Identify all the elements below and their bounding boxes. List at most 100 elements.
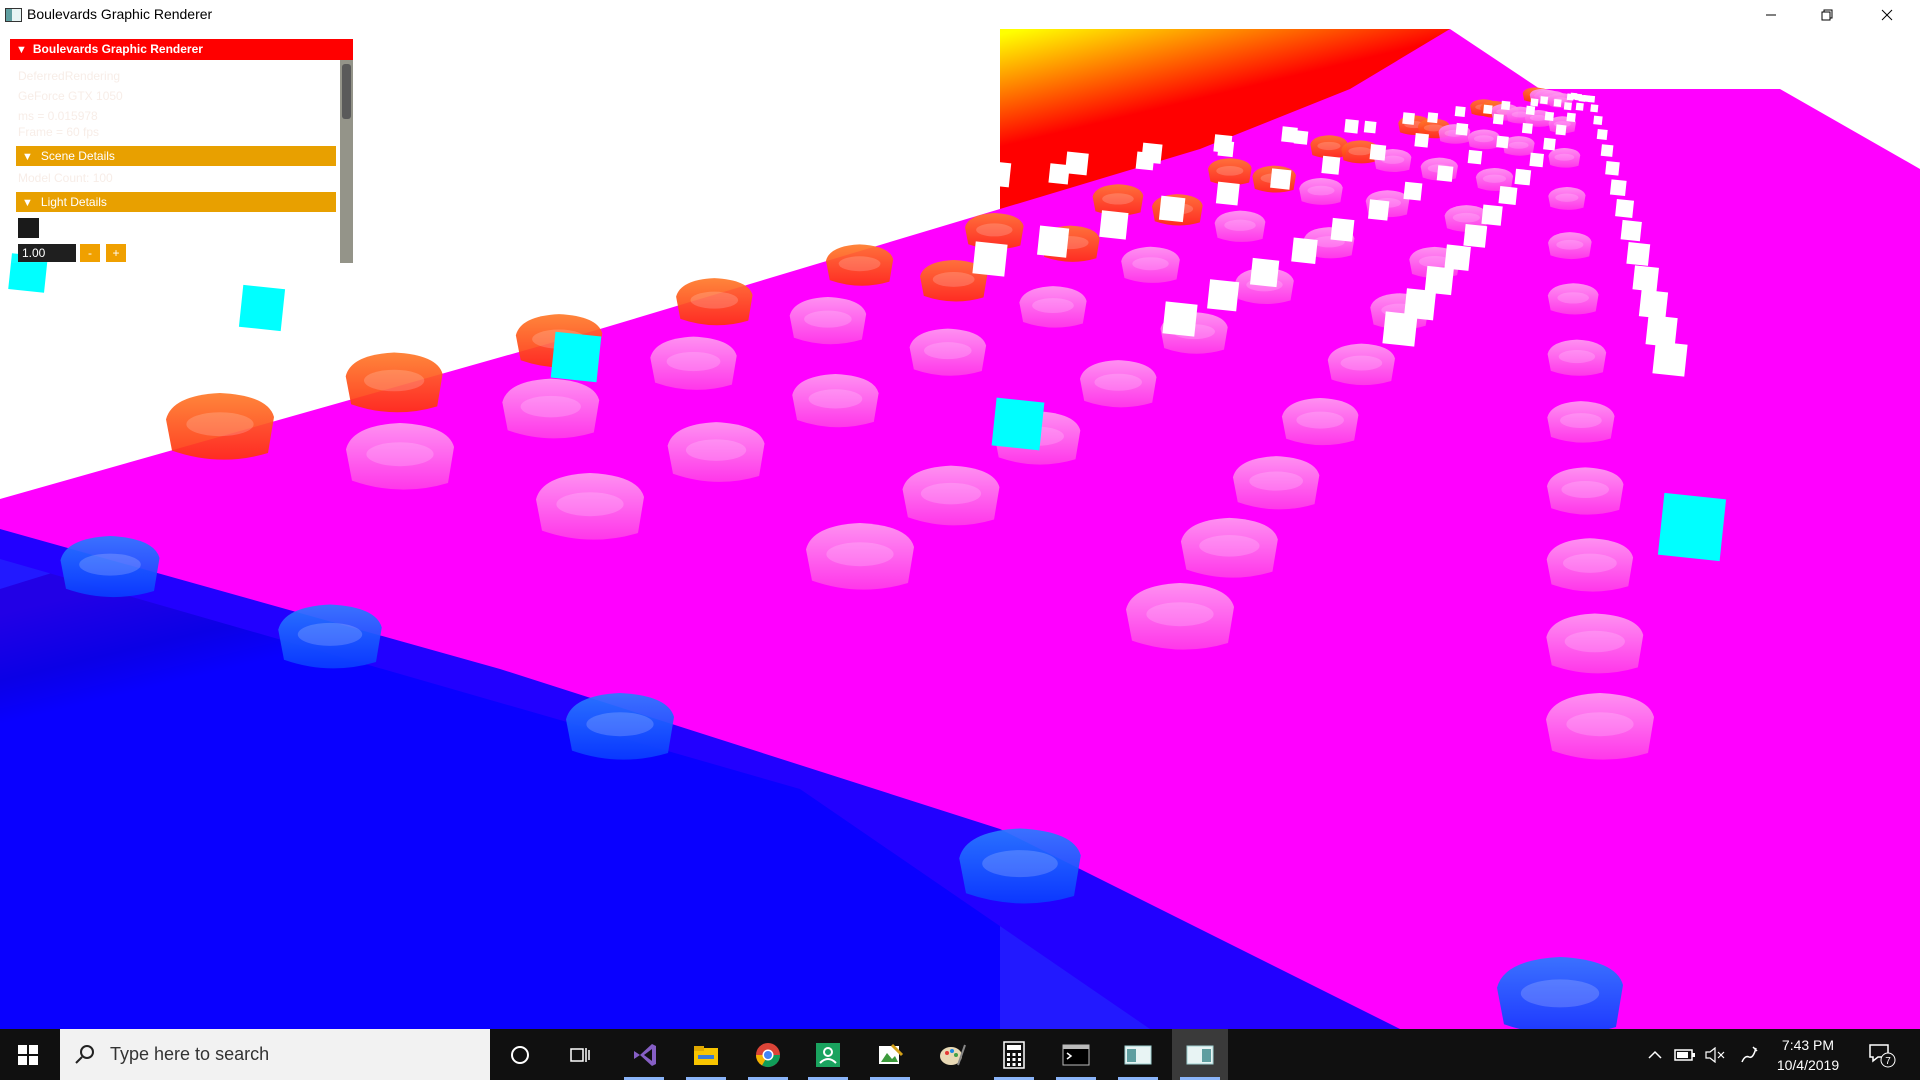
chrome-button[interactable] xyxy=(740,1029,796,1080)
taskbar-search-box[interactable]: Type here to search xyxy=(60,1029,490,1080)
fps-text: Frame = 60 fps xyxy=(18,125,100,139)
armchair-model xyxy=(60,536,160,598)
light-cube xyxy=(542,231,578,267)
light-cube xyxy=(1657,492,1727,562)
search-icon xyxy=(75,1045,94,1064)
task-view-button[interactable] xyxy=(552,1029,608,1080)
scene-details-header[interactable]: ▼ Scene Details xyxy=(16,146,336,166)
armchair-model xyxy=(1548,148,1581,168)
light-cube xyxy=(1555,124,1567,136)
light-collapse-icon[interactable]: ▼ xyxy=(22,193,33,213)
light-cube xyxy=(1483,104,1493,115)
light-cube xyxy=(1566,112,1576,123)
constant-value-input[interactable]: 1.00 xyxy=(18,244,76,262)
light-cube xyxy=(1402,112,1415,125)
terminal-button[interactable] xyxy=(1048,1029,1104,1080)
clock-time: 7:43 PM xyxy=(1781,1037,1835,1053)
light-cube xyxy=(1455,122,1469,136)
armchair-model xyxy=(1327,343,1395,386)
scrollbar-thumb[interactable] xyxy=(342,64,351,119)
armchair-model xyxy=(345,352,443,413)
action-center-button[interactable]: 7 xyxy=(1862,1029,1902,1080)
light-cube xyxy=(1529,152,1544,168)
paint-icon xyxy=(940,1044,966,1065)
close-button[interactable] xyxy=(1864,0,1910,29)
light-cube xyxy=(1626,242,1651,266)
close-icon xyxy=(1881,9,1893,20)
armchair-model xyxy=(806,523,914,590)
light-cube xyxy=(1605,161,1620,176)
light-cube xyxy=(1530,98,1539,107)
armchair-model xyxy=(825,244,894,286)
debug-overlay-panel[interactable]: ▼ Boulevards Graphic Renderer DeferredRen… xyxy=(10,39,353,263)
restore-button[interactable] xyxy=(1804,0,1850,29)
light-cube xyxy=(1500,100,1511,111)
light-cube xyxy=(1521,122,1533,134)
light-cube xyxy=(1158,195,1186,223)
armchair-model xyxy=(902,465,1000,526)
light-color-swatch[interactable] xyxy=(18,218,39,238)
overlay-scrollbar[interactable] xyxy=(340,60,353,263)
overlay-header[interactable]: ▼ Boulevards Graphic Renderer xyxy=(10,39,353,60)
renderer-app-icon xyxy=(1124,1045,1152,1064)
armchair-model xyxy=(1126,583,1234,650)
renderer-app-active-icon xyxy=(1186,1045,1214,1064)
file-explorer-icon xyxy=(694,1045,718,1065)
minimize-button[interactable] xyxy=(1748,0,1794,29)
decrement-button[interactable]: - xyxy=(80,244,100,262)
light-cube xyxy=(722,191,758,227)
light-cube xyxy=(1463,223,1488,248)
armchair-model xyxy=(1092,184,1144,216)
file-explorer-button[interactable] xyxy=(678,1029,734,1080)
renderer-app-active-button[interactable] xyxy=(1172,1029,1228,1080)
light-cube xyxy=(1575,102,1584,111)
light-cube xyxy=(972,241,1008,277)
light-cube xyxy=(550,331,602,383)
armchair-model xyxy=(1214,210,1266,242)
light-cube xyxy=(1427,112,1439,124)
light-cube xyxy=(1467,149,1483,165)
light-cube xyxy=(1481,204,1503,226)
light-cube xyxy=(1281,126,1298,144)
collapse-triangle-icon[interactable]: ▼ xyxy=(16,40,27,61)
search-placeholder: Type here to search xyxy=(110,1044,270,1064)
light-cube xyxy=(1638,289,1669,319)
armchair-model xyxy=(1547,339,1607,376)
light-cube xyxy=(1587,95,1596,103)
light-cube xyxy=(1064,151,1089,176)
calculator-button[interactable] xyxy=(986,1029,1042,1080)
light-cube xyxy=(652,216,685,249)
taskbar-clock[interactable]: 7:43 PM 10/4/2019 xyxy=(1760,1035,1856,1075)
pen-icon xyxy=(1741,1045,1758,1062)
renderer-app-button[interactable] xyxy=(1110,1029,1166,1080)
start-button[interactable] xyxy=(0,1029,56,1080)
armchair-model xyxy=(1548,186,1586,210)
render-mode-text: DeferredRendering xyxy=(18,69,121,83)
light-cube xyxy=(1330,217,1355,242)
armchair-model xyxy=(1547,401,1615,443)
image-editor-button[interactable] xyxy=(862,1029,918,1080)
light-cube xyxy=(1645,315,1678,348)
battery-icon xyxy=(1674,1048,1695,1061)
light-cube xyxy=(757,202,788,232)
photos-app-button[interactable] xyxy=(800,1029,856,1080)
increment-button[interactable]: + xyxy=(106,244,126,262)
scene-details-label: Scene Details xyxy=(40,149,115,163)
armchair-model xyxy=(1547,467,1624,515)
visual-studio-button[interactable] xyxy=(616,1029,672,1080)
light-cube xyxy=(1037,225,1070,258)
light-cube xyxy=(813,180,846,213)
cortana-button[interactable] xyxy=(492,1029,548,1080)
light-details-header[interactable]: ▼ Light Details xyxy=(16,192,336,212)
volume-button[interactable] xyxy=(1700,1029,1730,1080)
paint-button[interactable] xyxy=(924,1029,980,1080)
armchair-model xyxy=(166,393,274,460)
light-cube xyxy=(1590,104,1599,113)
show-hidden-icons-button[interactable] xyxy=(1640,1029,1670,1080)
battery-button[interactable] xyxy=(1670,1029,1700,1080)
armchair-model xyxy=(1548,232,1592,260)
cortana-icon xyxy=(511,1045,529,1064)
light-cube xyxy=(956,175,981,200)
scene-collapse-icon[interactable]: ▼ xyxy=(22,147,33,167)
light-cube xyxy=(1215,181,1240,206)
